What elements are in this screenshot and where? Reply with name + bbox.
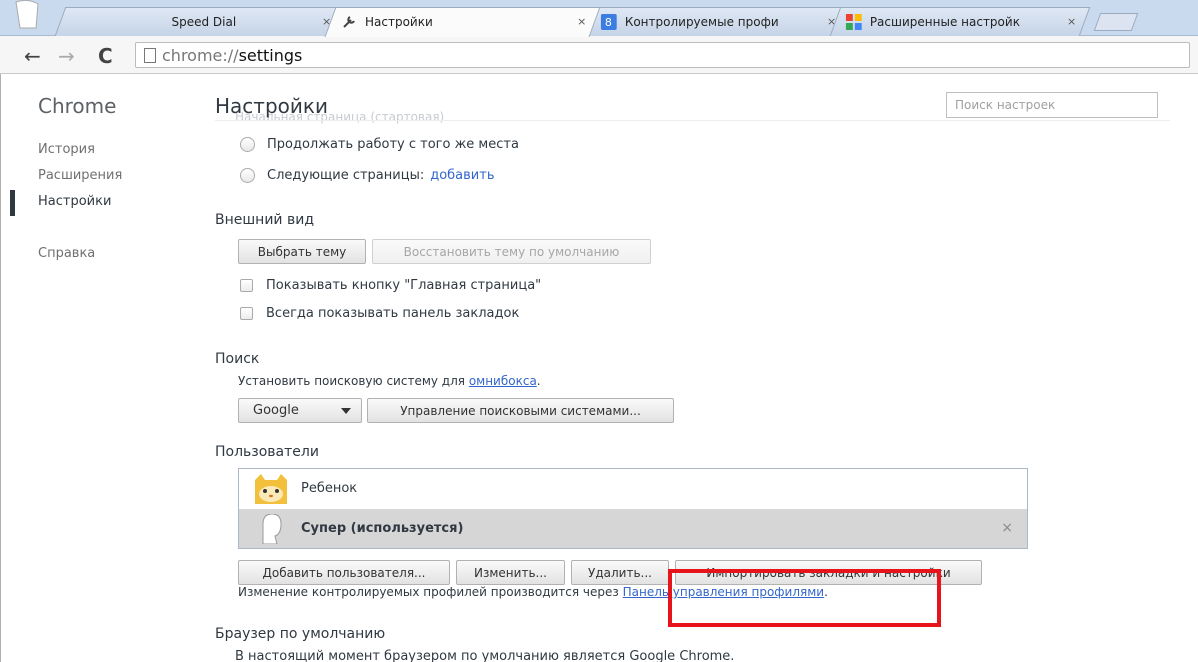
description-suffix: . [536,374,541,388]
sidebar-title: Chrome [38,94,117,118]
reload-button[interactable]: C [98,44,113,68]
search-section-title: Поиск [215,351,260,367]
profile-avatar-icon[interactable] [8,0,48,30]
sidebar-active-marker [10,190,15,216]
checkbox-label: Показывать кнопку "Главная страница" [266,278,542,293]
tab-controlled-profiles[interactable]: 8 Контролируемые профи × [584,7,851,36]
radio-label: Продолжать работу с того же места [267,137,519,152]
back-button[interactable]: ← [24,44,41,68]
reset-theme-button[interactable]: Восстановить тему по умолчанию [372,239,651,264]
browser-window: Speed Dial × 8 Контролируемые профи × Ра… [0,0,1198,662]
page-title: Настройки [215,94,328,118]
sidebar-item-help[interactable]: Справка [38,246,95,261]
tab-speed-dial[interactable]: Speed Dial × [54,7,346,36]
tab-label: Расширенные настройк [869,15,1020,29]
header-divider [215,120,1170,121]
add-pages-link[interactable]: добавить [430,168,494,183]
close-icon[interactable]: × [577,15,586,28]
profiles-list: Ребенок Супер (используется) × [238,468,1028,549]
close-icon[interactable]: × [1067,15,1076,28]
chevron-down-icon [341,408,351,414]
ghost-avatar-icon [251,512,291,544]
description-text: Установить поисковую систему для [238,374,465,388]
add-user-button[interactable]: Добавить пользователя... [238,560,450,585]
checkbox-label: Всегда показывать панель закладок [266,306,520,321]
address-bar[interactable]: chrome://settings [135,42,1190,68]
radio-button[interactable] [240,137,255,152]
search-engine-select[interactable]: Google [238,398,362,423]
users-section-title: Пользователи [215,444,319,460]
show-home-button-option[interactable]: Показывать кнопку "Главная страница" [240,278,541,293]
url-host: settings [238,45,303,65]
google-apps-icon [845,14,862,30]
toolbar: ← → C chrome://settings [0,36,1198,74]
tab-settings[interactable]: Настройки × [324,7,601,37]
info-text: Изменение контролируемых профилей произв… [238,585,619,599]
edit-user-button[interactable]: Изменить... [456,560,565,585]
settings-search-input[interactable] [946,92,1158,118]
delete-user-button[interactable]: Удалить... [571,560,669,585]
settings-page: Chrome История Расширения Настройки Спра… [0,74,1198,662]
radio-label: Следующие страницы: [267,168,425,183]
default-browser-section-title: Браузер по умолчанию [215,626,386,642]
svg-text:8: 8 [605,16,612,29]
search-engine-description: Установить поисковую систему для омнибок… [238,374,541,388]
startup-option-continue[interactable]: Продолжать работу с того же места [240,137,519,152]
url-scheme: chrome:// [162,45,239,65]
sidebar-item-extensions[interactable]: Расширения [38,168,122,183]
page-icon [144,47,156,63]
sidebar-item-history[interactable]: История [38,142,95,157]
choose-theme-button[interactable]: Выбрать тему [238,239,366,264]
show-bookmarks-bar-option[interactable]: Всегда показывать панель закладок [240,306,519,321]
wrench-icon [341,14,357,30]
profile-row-child[interactable]: Ребенок [239,469,1027,508]
new-tab-button[interactable] [1093,13,1139,31]
sidebar-item-settings[interactable]: Настройки [38,194,111,209]
radio-button[interactable] [240,168,255,183]
profile-row-super[interactable]: Супер (используется) × [239,509,1027,548]
tab-strip: Speed Dial × 8 Контролируемые профи × Ра… [0,0,1198,37]
omnibox-link[interactable]: омнибокса [469,374,537,388]
close-icon[interactable]: × [1001,520,1013,536]
window-edge [0,74,1,662]
tab-label: Настройки [365,15,433,29]
tab-label: Speed Dial [171,15,237,29]
profile-name: Супер (используется) [301,521,464,536]
appearance-section-title: Внешний вид [215,212,315,228]
tab-label: Контролируемые профи [624,15,779,29]
google-plus-icon: 8 [600,14,617,30]
selected-engine: Google [253,403,299,418]
startup-option-pages[interactable]: Следующие страницы: добавить [240,168,495,183]
checkbox[interactable] [240,279,253,292]
default-browser-status: В настоящий момент браузером по умолчани… [235,649,735,662]
cat-avatar-icon [251,473,291,504]
forward-button[interactable]: → [58,44,75,68]
manage-search-engines-button[interactable]: Управление поисковыми системами... [367,398,674,423]
highlight-annotation-box [668,569,941,627]
profile-name: Ребенок [301,481,358,496]
checkbox[interactable] [240,307,253,320]
tab-advanced-settings[interactable]: Расширенные настройк × [829,7,1091,36]
